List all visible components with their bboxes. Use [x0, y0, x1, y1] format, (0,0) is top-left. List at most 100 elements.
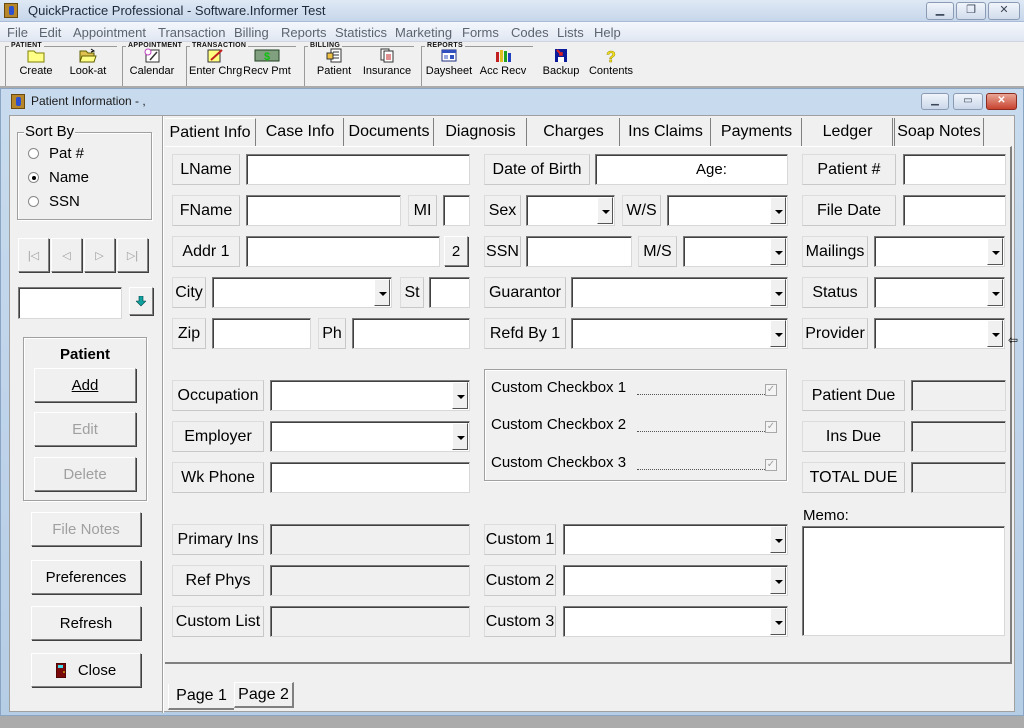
close-window-button[interactable]: ✕ — [988, 2, 1020, 20]
search-go-button[interactable] — [129, 287, 153, 315]
city-label[interactable]: City — [172, 277, 206, 308]
chevron-down-icon[interactable] — [452, 423, 468, 450]
checkbox-1[interactable]: ✓ — [765, 384, 777, 396]
restore-button[interactable]: ❐ — [956, 2, 986, 20]
status-dropdown[interactable] — [874, 277, 1005, 308]
page-tab-1[interactable]: Page 1 — [168, 684, 234, 710]
menu-forms[interactable]: Forms — [462, 25, 499, 40]
wk-phone-input[interactable] — [270, 462, 470, 493]
dob-input[interactable]: Age: — [595, 154, 788, 185]
chevron-down-icon[interactable] — [987, 320, 1003, 347]
sex-dropdown[interactable] — [526, 195, 615, 226]
city-dropdown[interactable] — [212, 277, 392, 308]
file-date-input[interactable] — [903, 195, 1006, 226]
zip-label[interactable]: Zip — [172, 318, 206, 349]
checkbox-3[interactable]: ✓ — [765, 459, 777, 471]
refresh-button[interactable]: Refresh — [31, 606, 141, 640]
mi-input[interactable] — [443, 195, 470, 226]
preferences-button[interactable]: Preferences — [31, 560, 141, 594]
phone-input[interactable] — [352, 318, 470, 349]
chevron-down-icon[interactable] — [770, 526, 786, 553]
addr1-label[interactable]: Addr 1 — [172, 236, 240, 267]
first-record-button[interactable]: |◁ — [18, 238, 49, 272]
child-restore-button[interactable]: ▭ — [953, 93, 983, 110]
occupation-label[interactable]: Occupation — [172, 380, 264, 411]
memo-textarea[interactable] — [802, 526, 1005, 636]
create-button[interactable]: Create — [16, 48, 56, 77]
chevron-down-icon[interactable] — [770, 567, 786, 594]
custom2-dropdown[interactable] — [563, 565, 788, 596]
next-record-button[interactable]: ▷ — [84, 238, 115, 272]
primary-ins-label[interactable]: Primary Ins — [172, 524, 264, 555]
chevron-down-icon[interactable] — [987, 279, 1003, 306]
custom2-label[interactable]: Custom 2 — [484, 565, 556, 596]
close-button[interactable]: Close — [31, 653, 141, 687]
refd-by-label[interactable]: Refd By 1 — [484, 318, 566, 349]
tab-diagnosis[interactable]: Diagnosis — [435, 118, 527, 146]
chevron-down-icon[interactable] — [770, 238, 786, 265]
page-tab-2[interactable]: Page 2 — [234, 682, 294, 708]
wk-phone-label[interactable]: Wk Phone — [172, 462, 264, 493]
menu-transaction[interactable]: Transaction — [158, 25, 225, 40]
sex-label[interactable]: Sex — [484, 195, 521, 226]
menu-reports[interactable]: Reports — [281, 25, 327, 40]
lname-label[interactable]: LName — [172, 154, 240, 185]
tab-ins-claims[interactable]: Ins Claims — [621, 118, 711, 146]
ms-dropdown[interactable] — [683, 236, 788, 267]
custom-checkbox-2[interactable]: Custom Checkbox 2 — [491, 416, 626, 433]
custom3-label[interactable]: Custom 3 — [484, 606, 556, 637]
billing-insurance-button[interactable]: Insurance — [362, 48, 412, 77]
patient-due-label[interactable]: Patient Due — [802, 380, 905, 411]
tab-payments[interactable]: Payments — [712, 118, 802, 146]
menu-billing[interactable]: Billing — [234, 25, 269, 40]
mailings-dropdown[interactable] — [874, 236, 1005, 267]
provider-dropdown[interactable] — [874, 318, 1005, 349]
lname-input[interactable] — [246, 154, 470, 185]
minimize-button[interactable]: ▁ — [926, 2, 954, 20]
menu-appointment[interactable]: Appointment — [73, 25, 146, 40]
look-at-button[interactable]: Look-at — [66, 48, 110, 77]
add-patient-button[interactable]: Add — [34, 368, 136, 402]
delete-patient-button[interactable]: Delete — [34, 457, 136, 491]
menu-marketing[interactable]: Marketing — [395, 25, 452, 40]
custom1-dropdown[interactable] — [563, 524, 788, 555]
refd-by-dropdown[interactable] — [571, 318, 788, 349]
ref-phys-label[interactable]: Ref Phys — [172, 565, 264, 596]
child-close-button[interactable]: ✕ — [986, 93, 1017, 110]
custom-checkbox-3[interactable]: Custom Checkbox 3 — [491, 454, 626, 471]
zip-input[interactable] — [212, 318, 311, 349]
menu-help[interactable]: Help — [594, 25, 621, 40]
total-due-label[interactable]: TOTAL DUE — [802, 462, 905, 493]
search-input[interactable] — [18, 287, 122, 319]
edit-patient-button[interactable]: Edit — [34, 412, 136, 446]
checkbox-2[interactable]: ✓ — [765, 421, 777, 433]
last-record-button[interactable]: ▷| — [117, 238, 148, 272]
chevron-down-icon[interactable] — [770, 608, 786, 635]
chevron-down-icon[interactable] — [452, 382, 468, 409]
chevron-down-icon[interactable] — [770, 320, 786, 347]
employer-dropdown[interactable] — [270, 421, 470, 452]
patient-no-label[interactable]: Patient # — [802, 154, 896, 185]
sort-pat-no-radio[interactable]: Pat # — [28, 145, 84, 162]
menu-lists[interactable]: Lists — [557, 25, 584, 40]
chevron-down-icon[interactable] — [770, 197, 786, 224]
custom3-dropdown[interactable] — [563, 606, 788, 637]
daysheet-button[interactable]: Daysheet — [424, 48, 474, 77]
receive-payment-button[interactable]: $ Recv Pmt — [242, 48, 292, 77]
sort-ssn-radio[interactable]: SSN — [28, 193, 80, 210]
status-label[interactable]: Status — [802, 277, 868, 308]
tab-case-info[interactable]: Case Info — [257, 118, 344, 146]
menu-codes[interactable]: Codes — [511, 25, 549, 40]
billing-patient-button[interactable]: Patient — [314, 48, 354, 77]
phone-label[interactable]: Ph — [318, 318, 346, 349]
chevron-down-icon[interactable] — [987, 238, 1003, 265]
file-notes-button[interactable]: File Notes — [31, 512, 141, 546]
tab-patient-info[interactable]: Patient Info — [165, 118, 256, 146]
guarantor-label[interactable]: Guarantor — [484, 277, 566, 308]
tab-charges[interactable]: Charges — [528, 118, 620, 146]
dob-label[interactable]: Date of Birth — [484, 154, 590, 185]
fname-label[interactable]: FName — [172, 195, 240, 226]
ins-due-label[interactable]: Ins Due — [802, 421, 905, 452]
ssn-label[interactable]: SSN — [484, 236, 521, 267]
occupation-dropdown[interactable] — [270, 380, 470, 411]
